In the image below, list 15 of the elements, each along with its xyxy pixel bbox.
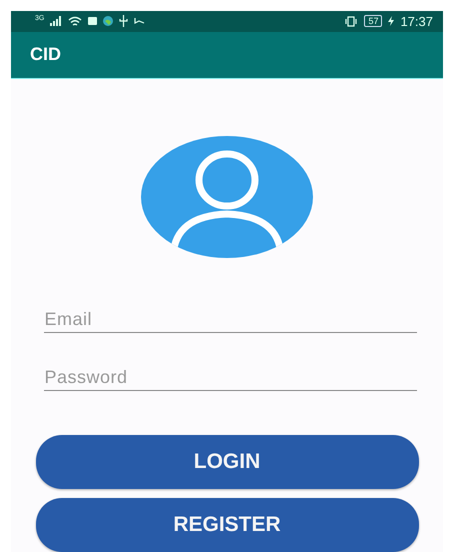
text-field[interactable]: Email <box>44 306 416 333</box>
action-button[interactable]: LOGIN <box>36 435 418 489</box>
clock-time: 17:37 <box>400 14 433 29</box>
text-field[interactable]: Password <box>44 364 416 391</box>
battery-level: 57 <box>364 15 382 28</box>
signal-icon <box>50 16 62 26</box>
app-title: CID <box>30 44 61 66</box>
notification-icon <box>88 17 98 26</box>
action-button[interactable]: REGISTER <box>36 498 418 552</box>
wifi-icon <box>68 16 82 27</box>
globe-icon <box>103 16 114 26</box>
usb-icon <box>119 15 128 28</box>
user-avatar-icon <box>141 136 313 258</box>
charging-icon <box>388 16 394 26</box>
vibrate-icon <box>344 16 358 27</box>
